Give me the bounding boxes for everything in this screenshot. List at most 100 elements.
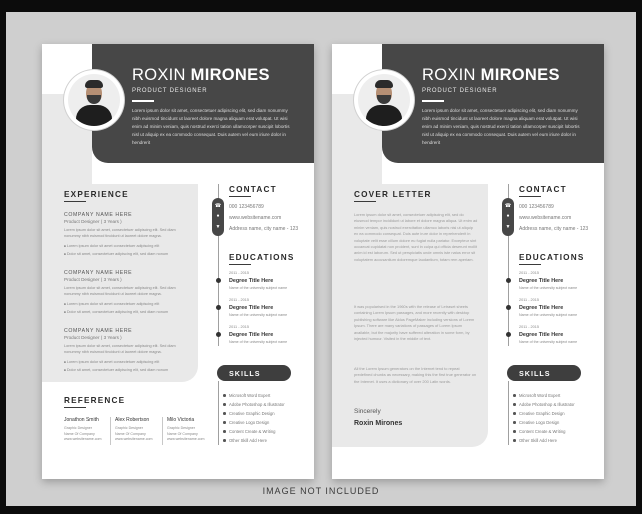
- education-university: Name of the university subject name: [229, 313, 288, 317]
- heading-underline: [229, 264, 251, 266]
- skill-item: Creative Logo Design: [222, 420, 270, 425]
- reference-divider: [110, 417, 111, 445]
- exp-bullet: Dolor sit amet, consectetuer adipiscing …: [64, 368, 168, 372]
- exp-description: Lorem ipsum dolor sit amet, consectetuer…: [64, 228, 176, 238]
- location-pin-icon: ▼: [505, 224, 511, 231]
- closing-text: Sincerely: [354, 408, 381, 415]
- heading-underline: [519, 196, 541, 198]
- candidate-name: ROXIN MIRONES: [422, 66, 560, 85]
- contact-website: www.websitename.com: [519, 215, 572, 221]
- globe-icon: ●: [506, 213, 510, 220]
- contact-address: Address name, city name - 123: [229, 226, 299, 232]
- exp-role: Product Designer ( 3 Years ): [64, 277, 122, 282]
- title-divider: [422, 100, 444, 102]
- education-title: Degree Title Here: [229, 278, 274, 284]
- education-date: 2011 - 2015: [519, 271, 539, 275]
- education-title: Degree Title Here: [519, 278, 564, 284]
- education-university: Name of the university subject name: [519, 340, 578, 344]
- cover-letter-heading: COVER LETTER: [354, 190, 432, 199]
- heading-underline: [229, 196, 251, 198]
- education-university: Name of the university subject name: [229, 340, 288, 344]
- skill-item: Creative Graphic Design: [223, 411, 275, 416]
- timeline-dot: [506, 305, 511, 310]
- reference-name: Alex Robertson: [115, 417, 150, 423]
- skills-line: [508, 381, 509, 445]
- exp-bullet: Dolor sit amet, consectetuer adipiscing …: [64, 252, 168, 256]
- skill-item: Creative Logo Design: [512, 420, 560, 425]
- exp-bullet: Lorem ipsum dolor sit amet consectetuer …: [64, 302, 159, 306]
- contact-heading: CONTACT: [519, 185, 567, 194]
- education-university: Name of the university subject name: [229, 286, 288, 290]
- exp-role: Product Designer ( 3 Years ): [64, 335, 122, 340]
- first-name: ROXIN: [132, 66, 186, 84]
- phone-icon: ☎: [504, 202, 512, 209]
- reference-entry: Milo Victoria Graphic Designer Name Of C…: [167, 417, 213, 443]
- reference-name: Jonathon Smith: [64, 417, 99, 423]
- skill-item: Microsoft Word Expert: [222, 393, 271, 398]
- heading-underline: [519, 264, 541, 266]
- profile-photo: [64, 70, 124, 130]
- skill-item: Adobe Photoshop & Illustrator: [223, 402, 285, 407]
- education-title: Degree Title Here: [229, 332, 274, 338]
- exp-description: Lorem ipsum dolor sit amet, consectetuer…: [64, 344, 176, 354]
- location-pin-icon: ▼: [215, 224, 221, 231]
- education-date: 2011 - 2015: [229, 271, 249, 275]
- timeline-dot: [216, 305, 221, 310]
- job-title: PRODUCT DESIGNER: [422, 88, 498, 94]
- timeline-dot: [216, 332, 221, 337]
- timeline-dot: [506, 278, 511, 283]
- education-title: Degree Title Here: [229, 305, 274, 311]
- contact-phone: 000 123456789: [229, 204, 264, 210]
- letter-paragraph: All the Lorem Ipsum generators on the In…: [354, 366, 477, 384]
- reference-site: www.websitename.com: [115, 437, 153, 442]
- reference-entry: Jonathon Smith Graphic Designer Name Of …: [64, 417, 110, 443]
- avatar: [68, 74, 120, 126]
- exp-bullet: Lorem ipsum dolor sit amet consectetuer …: [64, 360, 159, 364]
- phone-icon: ☎: [214, 202, 222, 209]
- skill-item: Microsoft Word Expert: [512, 393, 561, 398]
- signature-name: Roxin Mirones: [354, 420, 403, 427]
- heading-underline: [64, 407, 86, 409]
- globe-icon: ●: [216, 213, 220, 220]
- last-name: MIRONES: [480, 66, 560, 84]
- profile-photo: [354, 70, 414, 130]
- letter-paragraph: It was popularised in the 1960s with the…: [354, 304, 475, 342]
- exp-description: Lorem ipsum dolor sit amet, consectetuer…: [64, 286, 176, 296]
- exp-company: COMPANY NAME HERE: [64, 270, 133, 276]
- contact-website: www.websitename.com: [229, 215, 282, 221]
- heading-underline: [354, 201, 376, 203]
- timeline-dot: [506, 332, 511, 337]
- reference-site: www.websitename.com: [167, 437, 205, 442]
- exp-role: Product Designer ( 3 Years ): [64, 219, 122, 224]
- avatar: [358, 74, 410, 126]
- skill-item: Content Create & Writing: [222, 429, 276, 434]
- skills-line: [218, 381, 219, 445]
- experience-heading: EXPERIENCE: [64, 190, 129, 199]
- reference-name: Milo Victoria: [167, 417, 195, 423]
- education-university: Name of the university subject name: [519, 286, 578, 290]
- reference-divider: [162, 417, 163, 445]
- education-university: Name of the university subject name: [519, 313, 578, 317]
- exp-company: COMPANY NAME HERE: [64, 212, 133, 218]
- education-date: 2011 - 2015: [519, 325, 539, 329]
- contact-heading: CONTACT: [229, 185, 277, 194]
- educations-heading: EDUCATIONS: [519, 253, 585, 262]
- skill-item: Creative Graphic Design: [513, 411, 565, 416]
- title-divider: [132, 100, 154, 102]
- contact-phone: 000 123456789: [519, 204, 554, 210]
- education-title: Degree Title Here: [519, 332, 564, 338]
- education-title: Degree Title Here: [519, 305, 564, 311]
- resume-page: ROXIN MIRONES PRODUCT DESIGNER Lorem ips…: [42, 44, 314, 479]
- skills-heading: SKILLS: [217, 365, 291, 381]
- skills-heading: SKILLS: [507, 365, 581, 381]
- first-name: ROXIN: [422, 66, 476, 84]
- skill-item: Other Skill Add Here: [513, 438, 557, 443]
- intro-text: Lorem ipsum dolor sit amet, consectetuer…: [132, 108, 290, 145]
- reference-site: www.websitename.com: [64, 437, 102, 442]
- background-frame: ROXIN MIRONES PRODUCT DESIGNER Lorem ips…: [6, 12, 636, 506]
- contact-icons: ☎ ● ▼: [502, 198, 514, 236]
- job-title: PRODUCT DESIGNER: [132, 88, 208, 94]
- skill-item: Content Create & Writing: [512, 429, 566, 434]
- educations-heading: EDUCATIONS: [229, 253, 295, 262]
- last-name: MIRONES: [190, 66, 270, 84]
